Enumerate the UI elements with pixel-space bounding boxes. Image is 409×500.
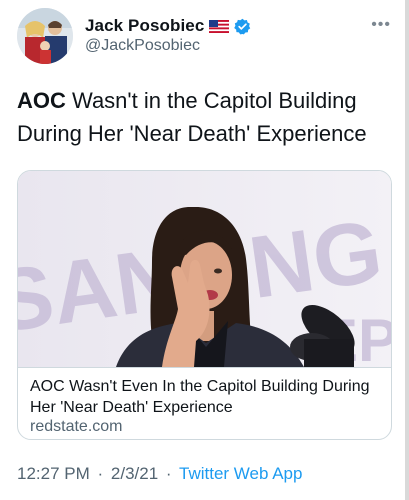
tweet-header: Jack Posobiec @JackPosobiec ••• <box>17 8 397 64</box>
avatar-image <box>17 8 73 64</box>
screen-edge <box>405 0 409 500</box>
link-preview-title: AOC Wasn't Even In the Capitol Building … <box>30 378 370 416</box>
meta-separator: · <box>97 464 104 483</box>
verified-badge-icon <box>234 18 251 35</box>
author-name-row: Jack Posobiec <box>85 16 251 36</box>
tweet-metadata: 12:27 PM · 2/3/21 · Twitter Web App <box>17 464 302 484</box>
tweet-text-bold-lead: AOC <box>17 88 66 113</box>
link-preview-domain: redstate.com <box>30 418 123 435</box>
us-flag-icon <box>209 19 230 33</box>
tweet-text: AOC Wasn't in the Capitol Building Durin… <box>17 84 389 150</box>
svg-text:NG: NG <box>243 201 387 317</box>
more-options-icon[interactable]: ••• <box>371 16 391 34</box>
author-handle[interactable]: @JackPosobiec <box>85 37 200 55</box>
author-avatar[interactable] <box>17 8 73 64</box>
author-name[interactable]: Jack Posobiec <box>85 16 204 36</box>
link-preview-image: SAN NG EP <box>18 171 391 374</box>
tweet-source-app[interactable]: Twitter Web App <box>179 464 302 483</box>
tweet-text-rest: Wasn't in the Capitol Building During He… <box>17 88 367 146</box>
meta-separator: · <box>165 464 172 483</box>
tweet-date[interactable]: 2/3/21 <box>111 464 158 483</box>
link-preview-body: AOC Wasn't Even In the Capitol Building … <box>18 367 391 439</box>
link-preview-card[interactable]: SAN NG EP AOC Wasn't Even In the Capitol… <box>17 170 392 440</box>
tweet-time[interactable]: 12:27 PM <box>17 464 90 483</box>
